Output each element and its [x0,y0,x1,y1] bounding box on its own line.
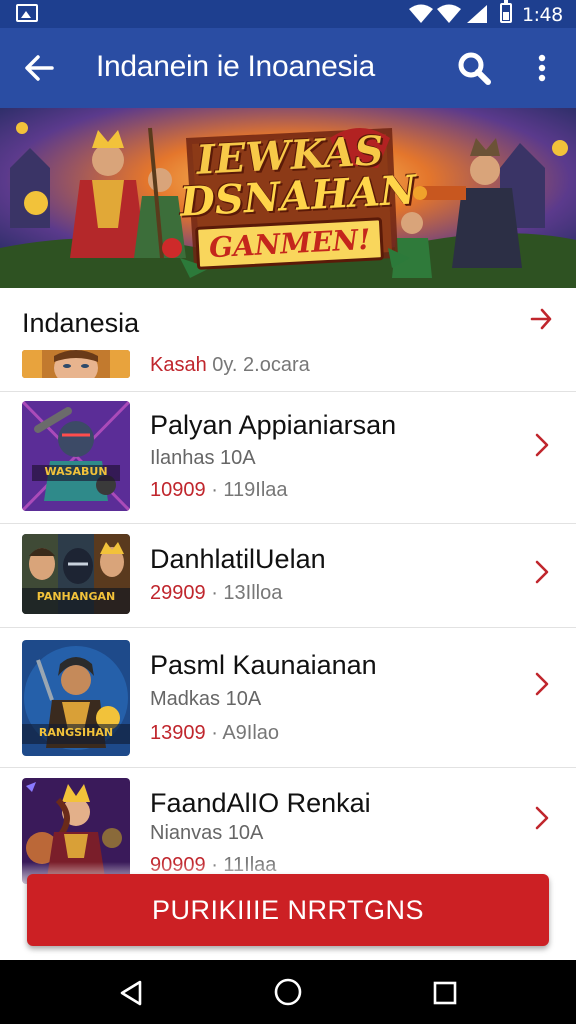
separator: · [211,582,218,604]
action-bar: PURIKIIIE NRRTGNS [0,862,576,960]
app-thumbnail: RANGSIHAN [22,640,130,756]
promo-banner[interactable]: IEWKAS DSNAHAN GANMEN! [0,108,576,288]
app-stats: 29909 · 13Illoa [150,582,282,605]
app-name: DanhlatilUelan [150,544,326,574]
download-count: 29909 [150,582,206,604]
page-title: Indanein ie Inoanesia [96,50,375,83]
chevron-right-icon[interactable] [532,805,552,831]
more-vert-icon[interactable] [528,48,556,88]
thumbnail-label: WASABUN [44,465,108,478]
app-subtitle: Nianvas 10A [150,822,264,844]
download-count: 10909 [150,479,206,501]
status-time: 1:48 [522,4,563,26]
app-subtitle: Ilanhas 10A [150,447,256,469]
featured-detail: 0y. 2.ocara [212,354,310,376]
primary-action-button[interactable]: PURIKIIIE NRRTGNS [27,874,549,946]
section-title: Indanesia [22,308,140,338]
nav-back-icon[interactable] [116,978,146,1008]
app-thumbnail: WASABUN [22,401,130,511]
gallery-icon [16,4,38,22]
phone-screen: 1:48 Indanein ie Inoanesia IEWKAS DSNAHA… [0,0,576,1024]
navigation-bar [0,960,576,1024]
featured-label: Kasah [150,354,207,376]
back-arrow-icon[interactable] [20,50,60,86]
chevron-right-icon[interactable] [532,671,552,697]
featured-row[interactable]: Kasah 0y. 2.ocara [0,348,576,392]
search-icon[interactable] [454,48,494,88]
download-count: 13909 [150,722,206,744]
app-subtitle: Madkas 10A [150,688,262,710]
app-name: FaandAlIO Renkai [150,788,371,818]
section-header[interactable]: Indanesia [0,290,576,346]
banner-line-2: DSNAHAN [178,166,418,226]
list-item[interactable]: RANGSIHAN Pasml Kaunaianan Madkas 10A 13… [0,628,576,768]
thumbnail-label: PANHANGAN [36,590,116,603]
chevron-right-icon[interactable] [532,559,552,585]
battery-icon [500,0,512,23]
banner-line-3: GANMEN! [195,217,385,270]
app-size: 13Illoa [223,582,283,604]
app-bar: Indanein ie Inoanesia [0,28,576,108]
signal-icon [467,5,487,23]
app-name: Pasml Kaunaianan [150,650,377,680]
separator: · [211,722,218,744]
nav-recents-icon[interactable] [432,980,458,1006]
app-name: Palyan Appianiarsan [150,410,397,440]
list-item[interactable]: PANHANGAN DanhlatilUelan 29909 · 13Illoa [0,524,576,628]
wifi-icon [409,4,433,23]
thumbnail-label: RANGSIHAN [38,726,114,739]
separator: · [211,479,218,501]
app-size: A9Ilao [222,722,280,744]
app-size: 119Ilaa [223,479,288,501]
status-bar: 1:48 [0,0,576,28]
app-stats: 10909 · 119Ilaa [150,479,288,502]
arrow-right-icon[interactable] [528,306,554,332]
featured-meta: Kasah 0y. 2.ocara [150,354,310,377]
app-thumbnail: PANHANGAN [22,534,130,614]
banner-title: IEWKAS DSNAHAN GANMEN! [178,127,418,270]
wifi-icon [437,4,461,23]
featured-thumbnail [22,350,130,378]
chevron-right-icon[interactable] [532,432,552,458]
list-item[interactable]: WASABUN Palyan Appianiarsan Ilanhas 10A … [0,392,576,524]
nav-home-icon[interactable] [272,976,304,1008]
app-stats: 13909 · A9Ilao [150,722,279,745]
